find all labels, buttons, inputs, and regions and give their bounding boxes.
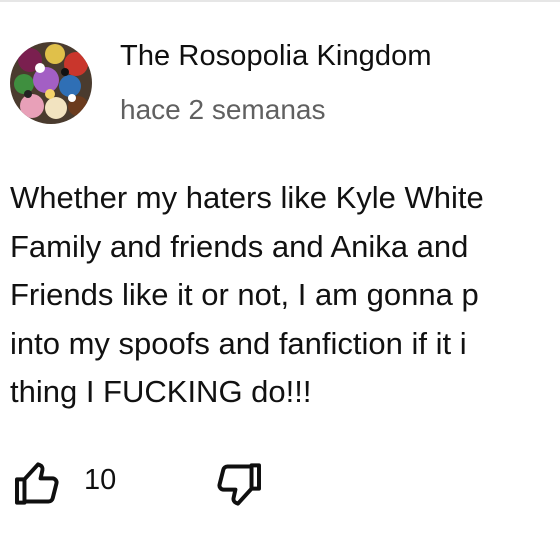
avatar[interactable] xyxy=(10,42,92,124)
dislike-button[interactable] xyxy=(210,456,266,512)
comment-text-line: into my spoofs and fanfiction if it i xyxy=(10,325,467,361)
like-button[interactable] xyxy=(10,456,66,512)
comment-author[interactable]: The Rosopolia Kingdom xyxy=(120,40,432,73)
comment-timestamp[interactable]: hace 2 semanas xyxy=(120,94,325,126)
thumbs-down-icon xyxy=(217,463,261,506)
top-divider xyxy=(0,0,560,2)
comment-text-line: Friends like it or not, I am gonna p xyxy=(10,277,479,312)
comment-text-line: Whether my haters like Kyle White xyxy=(10,180,484,215)
avatar-image xyxy=(10,42,92,124)
comment-text-line: Family and friends and Anika and xyxy=(10,228,469,264)
comment-body: Whether my haters like Kyle White Family… xyxy=(10,174,560,417)
comment-text-line: thing I FUCKING do!!! xyxy=(10,374,312,409)
thumbs-up-icon xyxy=(15,462,59,505)
like-count: 10 xyxy=(84,464,117,496)
